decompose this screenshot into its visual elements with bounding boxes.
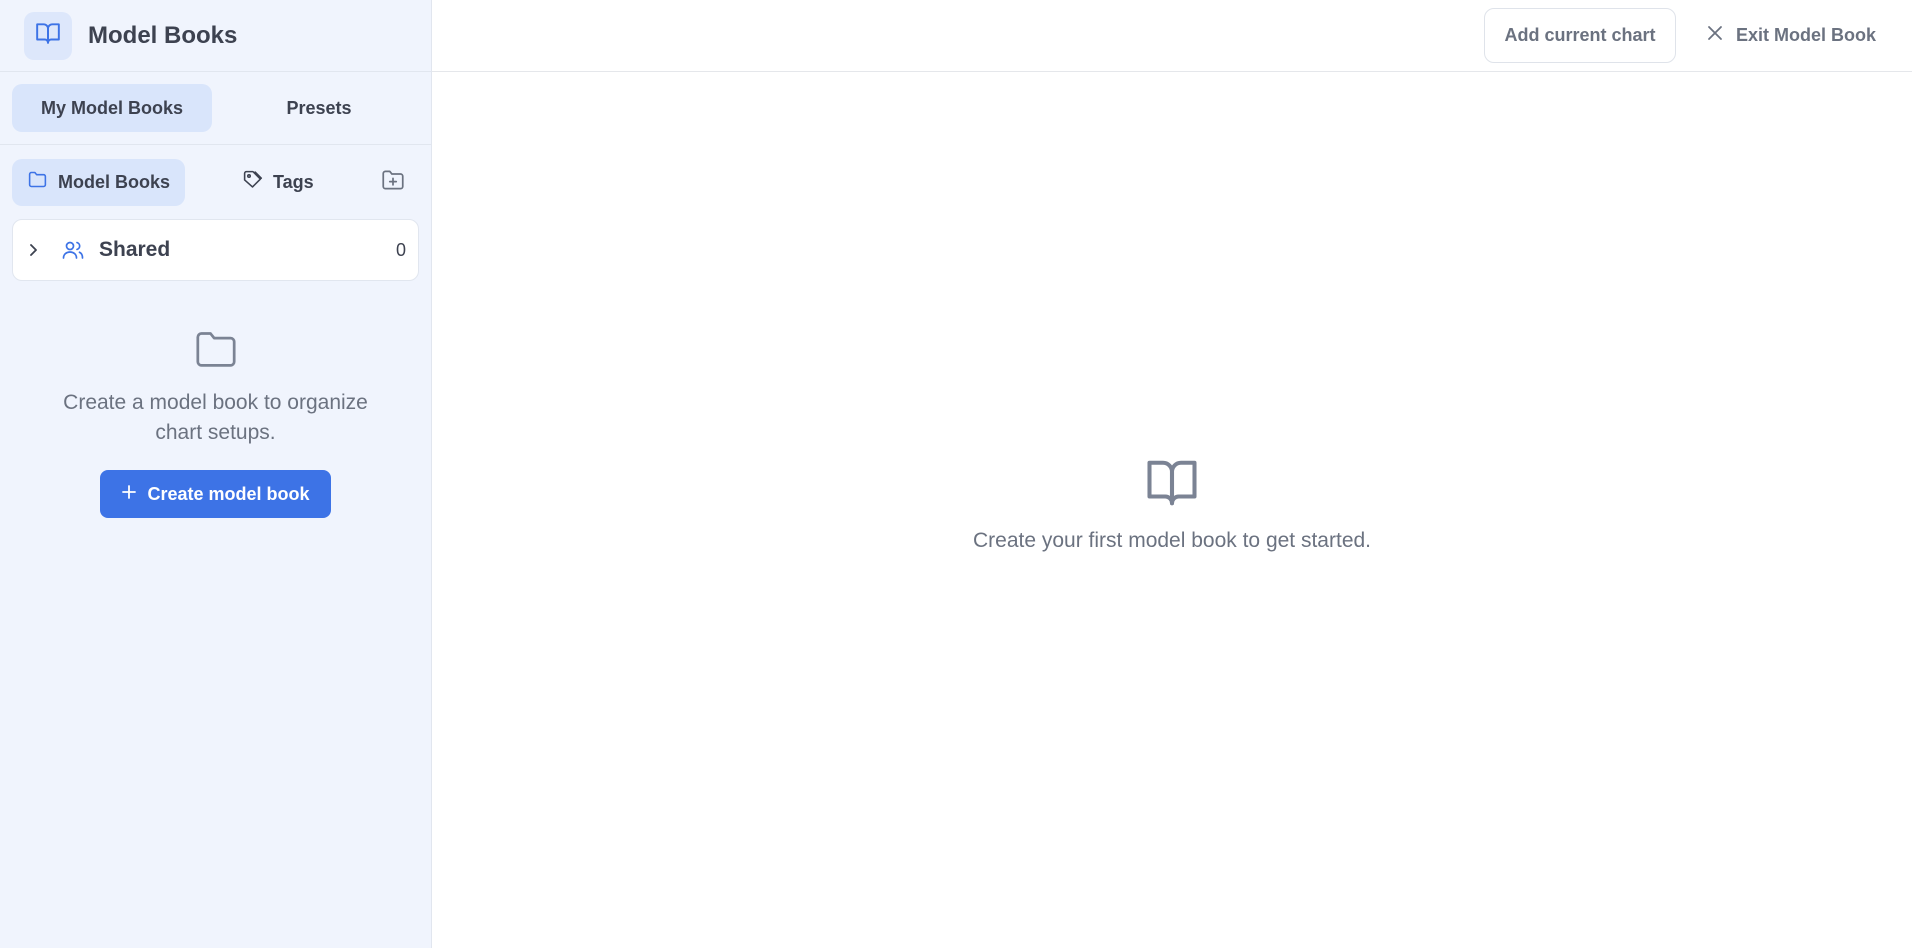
tab-my-model-books[interactable]: My Model Books [12, 84, 212, 132]
logo [24, 11, 72, 60]
mode-tabs: My Model Books Presets [0, 72, 431, 145]
sidebar-header: Model Books [0, 0, 431, 72]
shared-folder-row[interactable]: Shared 0 [12, 219, 419, 281]
exit-model-book-button[interactable]: Exit Model Book [1706, 24, 1876, 47]
tab-presets[interactable]: Presets [219, 84, 419, 132]
folder-icon [194, 329, 238, 374]
open-book-icon [35, 20, 61, 51]
main-empty-message: Create your first model book to get star… [972, 529, 1372, 552]
main-empty-state: Create your first model book to get star… [432, 458, 1912, 553]
users-icon [61, 238, 85, 262]
top-toolbar: Add current chart Exit Model Book [432, 0, 1912, 72]
sidebar: Model Books My Model Books Presets Model… [0, 0, 432, 948]
new-folder-button[interactable] [377, 166, 409, 198]
shared-label: Shared [99, 238, 171, 261]
folder-icon [27, 169, 48, 195]
tab-model-books[interactable]: Model Books [12, 158, 185, 206]
sidebar-empty-state: Create a model book to organize chart se… [0, 329, 431, 518]
create-model-book-label: Create model book [147, 483, 310, 504]
app-root: Model Books My Model Books Presets Model… [0, 0, 1912, 948]
tab-model-books-label: Model Books [58, 171, 171, 192]
open-book-icon [1145, 458, 1199, 513]
shared-count: 0 [395, 239, 406, 260]
app-title: Model Books [88, 21, 238, 49]
view-switcher: Model Books Tags [0, 145, 431, 219]
tag-icon [242, 169, 263, 195]
create-model-book-button[interactable]: Create model book [100, 470, 331, 518]
tab-tags[interactable]: Tags [227, 159, 329, 206]
folder-plus-icon [380, 167, 406, 198]
sidebar-empty-message: Create a model book to organize chart se… [63, 391, 368, 444]
tab-tags-label: Tags [273, 171, 314, 192]
exit-model-book-label: Exit Model Book [1735, 25, 1876, 45]
main-panel: Add current chart Exit Model Book Create… [432, 0, 1912, 948]
add-current-chart-button[interactable]: Add current chart [1483, 8, 1676, 63]
chevron-right-icon[interactable] [27, 242, 43, 258]
plus-icon [121, 484, 137, 505]
close-icon [1706, 24, 1724, 47]
